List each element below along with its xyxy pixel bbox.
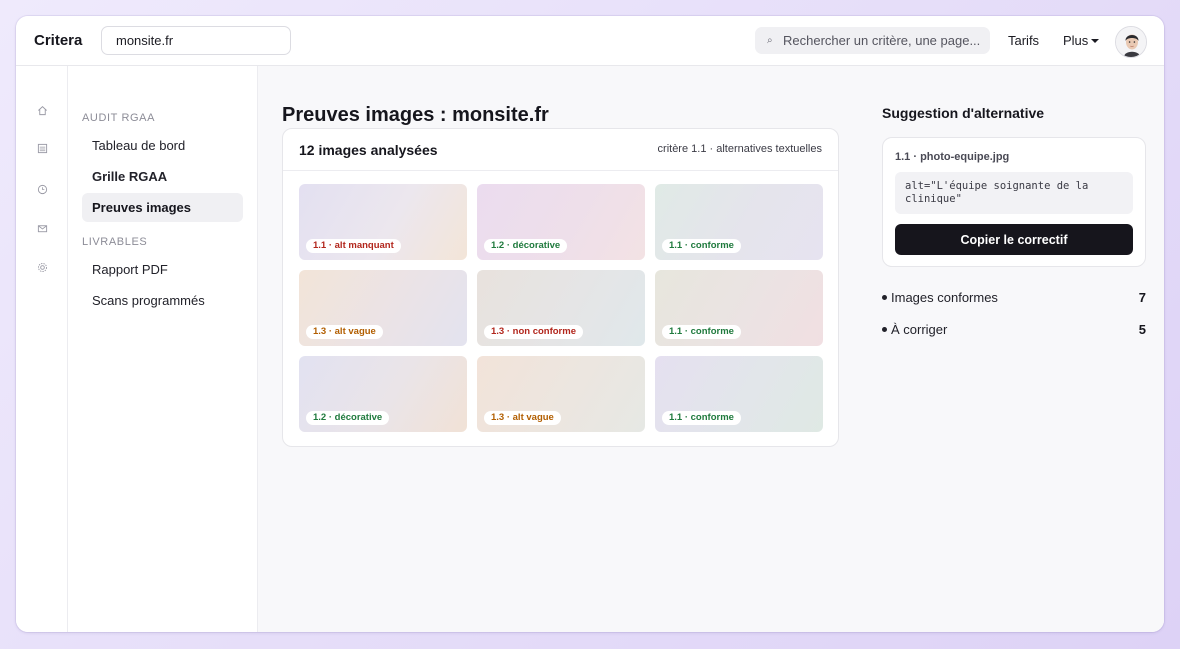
sidebar-item-rapport-pdf[interactable]: Rapport PDF — [82, 255, 243, 284]
page-title: Preuves images : monsite.fr — [282, 104, 549, 126]
app-window: Critera ⌕ Tarifs Plus — [16, 16, 1164, 632]
nav-plus-label: Plus — [1063, 33, 1089, 48]
sidebar-item-preuves-images[interactable]: Preuves images — [82, 193, 243, 222]
gear-icon[interactable] — [34, 259, 50, 275]
image-status-tag: 1.2 · décorative — [484, 239, 568, 253]
suggestion-card: 1.1 · photo-equipe.jpg alt="L'équipe soi… — [882, 137, 1146, 267]
image-thumb[interactable]: 1.1 · conforme — [655, 356, 823, 432]
avatar-portrait-icon — [1116, 27, 1146, 57]
bullet-icon — [882, 327, 887, 333]
search-box[interactable]: ⌕ — [755, 27, 990, 54]
stat-row-conformes: Images conformes 7 — [882, 290, 1146, 305]
sidebar-item-scans-programmes[interactable]: Scans programmés — [82, 286, 243, 315]
top-bar: Critera ⌕ Tarifs Plus — [16, 16, 1164, 66]
sidebar: AUDIT RGAA Tableau de bord Grille RGAA P… — [68, 66, 258, 632]
image-thumb[interactable]: 1.2 · décorative — [477, 184, 645, 260]
image-thumb[interactable]: 1.3 · alt vague — [299, 270, 467, 346]
image-status-tag: 1.3 · non conforme — [484, 325, 583, 339]
image-thumb[interactable]: 1.1 · conforme — [655, 270, 823, 346]
sidebar-item-grille-rgaa[interactable]: Grille RGAA — [82, 162, 243, 191]
panel-header: 12 images analysées critère 1.1 · altern… — [283, 129, 838, 171]
image-status-tag: 1.1 · conforme — [662, 325, 741, 339]
image-thumb[interactable]: 1.2 · décorative — [299, 356, 467, 432]
brand-logo[interactable]: Critera — [34, 32, 82, 49]
images-panel: 12 images analysées critère 1.1 · altern… — [282, 128, 839, 447]
image-thumb[interactable]: 1.3 · alt vague — [477, 356, 645, 432]
suggestion-file: 1.1 · photo-equipe.jpg — [895, 151, 1010, 163]
search-icon: ⌕ — [767, 35, 773, 46]
icon-rail — [16, 66, 68, 632]
avatar[interactable] — [1115, 26, 1147, 58]
suggestion-title: Suggestion d'alternative — [882, 105, 1045, 121]
sidebar-section-audit: AUDIT RGAA — [82, 112, 156, 124]
stat-label: À corriger — [891, 322, 948, 337]
copy-fix-button[interactable]: Copier le correctif — [895, 224, 1133, 255]
home-icon[interactable] — [34, 102, 50, 118]
list-icon[interactable] — [34, 140, 50, 156]
bullet-icon — [882, 295, 887, 301]
image-status-tag: 1.1 · conforme — [662, 411, 741, 425]
site-input[interactable] — [101, 26, 291, 55]
image-thumb[interactable]: 1.3 · non conforme — [477, 270, 645, 346]
clock-icon[interactable] — [34, 181, 50, 197]
image-status-tag: 1.3 · alt vague — [306, 325, 383, 339]
image-status-tag: 1.3 · alt vague — [484, 411, 561, 425]
nav-plus-menu[interactable]: Plus — [1063, 33, 1100, 48]
image-status-tag: 1.2 · décorative — [306, 411, 390, 425]
chevron-down-icon — [1091, 39, 1100, 43]
panel-criterion: critère 1.1 · alternatives textuelles — [657, 143, 822, 155]
stat-row-a-corriger: À corriger 5 — [882, 322, 1146, 337]
image-status-tag: 1.1 · conforme — [662, 239, 741, 253]
mail-icon[interactable] — [34, 220, 50, 236]
panel-title: 12 images analysées — [299, 142, 438, 158]
stat-value: 5 — [1138, 322, 1146, 337]
image-status-tag: 1.1 · alt manquant — [306, 239, 401, 253]
nav-tarifs[interactable]: Tarifs — [1008, 33, 1039, 48]
image-thumb[interactable]: 1.1 · conforme — [655, 184, 823, 260]
stat-value: 7 — [1138, 290, 1146, 305]
main-content: Preuves images : monsite.fr 12 images an… — [258, 66, 1164, 632]
image-thumb[interactable]: 1.1 · alt manquant — [299, 184, 467, 260]
sidebar-item-tableau-de-bord[interactable]: Tableau de bord — [82, 131, 243, 160]
stat-label: Images conformes — [891, 290, 998, 305]
search-input[interactable] — [783, 33, 983, 48]
sidebar-section-livrables: LIVRABLES — [82, 236, 148, 248]
suggestion-code: alt="L'équipe soignante de la clinique" — [895, 172, 1133, 214]
